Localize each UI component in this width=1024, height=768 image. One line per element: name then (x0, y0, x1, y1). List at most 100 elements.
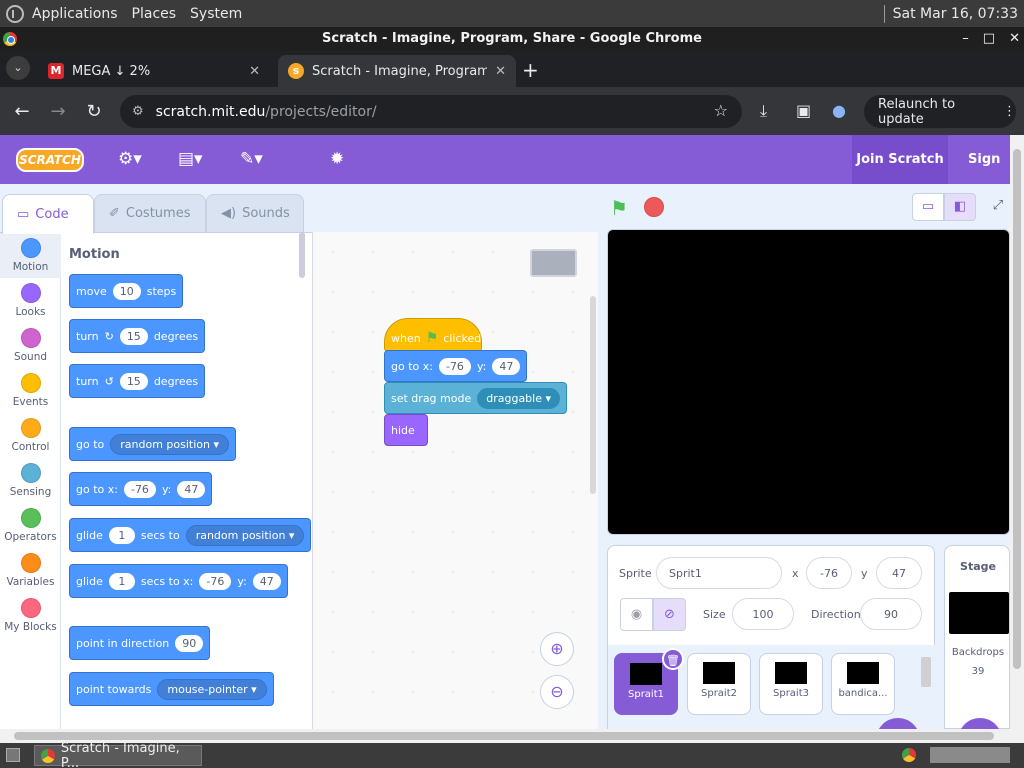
palette-scrollbar[interactable] (299, 232, 305, 278)
bookmark-star-icon[interactable]: ☆ (714, 101, 728, 120)
category-operators[interactable]: Operators (0, 503, 61, 548)
back-icon[interactable]: ← (4, 101, 40, 122)
block-turn-right[interactable]: turn ↻ 15 degrees (69, 319, 206, 353)
category-events[interactable]: Events (0, 368, 61, 413)
block-glide[interactable]: glide 1 secs to random position ▾ (69, 518, 312, 552)
block-go-to[interactable]: go to random position ▾ (69, 427, 237, 461)
script-block-go-to-xy[interactable]: go to x: -76 y: 47 (384, 350, 528, 382)
block-input[interactable]: 15 (119, 372, 148, 390)
category-sensing[interactable]: Sensing (0, 458, 61, 503)
block-move[interactable]: move 10 steps (69, 274, 184, 308)
edit-menu-icon[interactable]: ✎▾ (240, 149, 263, 169)
taskbar-item-chrome[interactable]: Scratch - Imagine, P... (34, 741, 202, 768)
relaunch-button[interactable]: Relaunch to update ⋮ (864, 95, 1016, 128)
category-my-blocks[interactable]: My Blocks (0, 593, 61, 638)
block-input[interactable]: 47 (177, 480, 206, 498)
scroll-thumb[interactable] (1013, 149, 1021, 669)
block-point-towards[interactable]: point towards mouse-pointer ▾ (69, 672, 274, 706)
zoom-out-icon[interactable]: ⊖ (540, 675, 574, 709)
x-input[interactable]: -76 (806, 557, 852, 589)
script-scrollbar[interactable] (590, 296, 596, 494)
settings-gear-icon[interactable]: ⚙▾ (118, 149, 142, 169)
os-menu-places[interactable]: Places (132, 6, 177, 22)
size-input[interactable]: 100 (732, 598, 794, 630)
block-input[interactable]: 1 (108, 526, 135, 544)
sprite-tile[interactable]: Sprait3 (759, 653, 823, 715)
block-point-in-direction[interactable]: point in direction 90 (69, 626, 211, 660)
site-info-icon[interactable]: ⚙ (132, 104, 144, 119)
hide-sprite-icon[interactable]: ⊘ (653, 598, 686, 631)
block-input[interactable]: -76 (438, 357, 471, 375)
address-bar[interactable]: ⚙ scratch.mit.edu/projects/editor/ ☆ (120, 95, 742, 128)
category-looks[interactable]: Looks (0, 278, 61, 323)
script-block-hide[interactable]: hide (384, 414, 428, 446)
file-menu-icon[interactable]: ▤▾ (178, 149, 203, 169)
side-panel-icon[interactable]: ▣ (796, 101, 811, 120)
tray-chrome-icon[interactable] (902, 748, 916, 762)
sprite-tile[interactable]: Sprait2 (687, 653, 751, 715)
block-dropdown[interactable]: mouse-pointer ▾ (157, 678, 267, 700)
scratch-logo[interactable]: SCRATCH (16, 148, 84, 172)
new-tab-icon[interactable]: + (522, 58, 539, 82)
os-menu-system[interactable]: System (190, 6, 242, 22)
delete-sprite-icon[interactable]: 🗑 (662, 648, 684, 670)
block-input[interactable]: 47 (252, 572, 281, 590)
tab-search-icon[interactable]: ⌄ (6, 56, 30, 80)
stop-icon[interactable] (644, 197, 664, 217)
block-turn-left[interactable]: turn ↺ 15 degrees (69, 364, 206, 398)
normal-stage-icon[interactable]: ◧ (944, 193, 976, 221)
sprite-name-input[interactable]: Sprit1 (656, 557, 782, 589)
small-stage-icon[interactable]: ▭ (912, 193, 944, 221)
close-icon[interactable]: ✕ (1009, 27, 1020, 51)
direction-input[interactable]: 90 (860, 598, 922, 630)
block-go-to-xy[interactable]: go to x: -76 y: 47 (69, 472, 213, 506)
block-input[interactable]: 15 (119, 327, 148, 345)
tab-mega[interactable]: M MEGA ↓ 2% ✕ (38, 55, 270, 87)
block-dropdown[interactable]: random position ▾ (185, 524, 305, 546)
script-block-set-drag-mode[interactable]: set drag mode draggable ▾ (384, 382, 568, 414)
sprite-list-scrollbar[interactable] (921, 657, 931, 687)
category-control[interactable]: Control (0, 413, 61, 458)
stage-selector[interactable]: Stage Backdrops 39 (944, 545, 1010, 729)
os-logo-icon[interactable] (6, 4, 24, 23)
block-input[interactable]: 47 (492, 357, 521, 375)
green-flag-icon[interactable]: ⚑ (610, 196, 628, 220)
join-scratch-button[interactable]: Join Scratch (852, 135, 948, 184)
show-desktop-icon[interactable] (6, 748, 20, 762)
tab-code[interactable]: ▭ Code (2, 194, 94, 234)
page-vertical-scrollbar[interactable] (1010, 135, 1024, 729)
block-dropdown[interactable]: draggable ▾ (477, 387, 561, 409)
os-menu-applications[interactable]: Applications (32, 6, 118, 22)
forward-icon[interactable]: → (40, 101, 76, 122)
block-input[interactable]: 90 (175, 634, 204, 652)
minimize-icon[interactable]: – (962, 27, 969, 51)
show-sprite-icon[interactable]: ◉ (620, 598, 653, 631)
y-input[interactable]: 47 (876, 557, 922, 589)
scroll-thumb[interactable] (14, 732, 994, 740)
maximize-icon[interactable]: □ (983, 27, 995, 51)
tab-scratch[interactable]: s Scratch - Imagine, Program, Sh ✕ (278, 55, 516, 87)
block-glide-xy[interactable]: glide 1 secs to x: -76 y: 47 (69, 564, 288, 598)
tab-close-icon[interactable]: ✕ (249, 64, 260, 79)
more-menu-icon[interactable]: ⋮ (1003, 104, 1016, 119)
block-dropdown[interactable]: random position ▾ (110, 433, 230, 455)
os-clock[interactable]: Sat Mar 16, 07:33 (893, 6, 1018, 22)
sprite-tile[interactable]: bandica... (831, 653, 895, 715)
category-motion[interactable]: Motion (0, 233, 61, 278)
block-input[interactable]: -76 (199, 572, 232, 590)
tab-costumes[interactable]: ✐ Costumes (94, 194, 206, 232)
download-icon[interactable]: ⤓ (760, 101, 767, 121)
block-input[interactable]: 10 (112, 282, 141, 300)
tutorials-bulb-icon[interactable]: ✹ (330, 149, 344, 169)
zoom-in-icon[interactable]: ⊕ (540, 632, 574, 666)
block-input[interactable]: -76 (123, 480, 156, 498)
stage-canvas[interactable] (607, 229, 1010, 535)
tab-close-icon[interactable]: ✕ (495, 64, 506, 79)
block-input[interactable]: 1 (108, 572, 135, 590)
tab-sounds[interactable]: ◀) Sounds (206, 194, 304, 232)
workspace-switcher[interactable] (930, 747, 1010, 763)
reload-icon[interactable]: ↻ (76, 101, 112, 122)
block-when-flag-clicked[interactable]: when ⚑ clicked (384, 318, 482, 352)
profile-icon[interactable]: ● (832, 101, 846, 120)
category-variables[interactable]: Variables (0, 548, 61, 593)
